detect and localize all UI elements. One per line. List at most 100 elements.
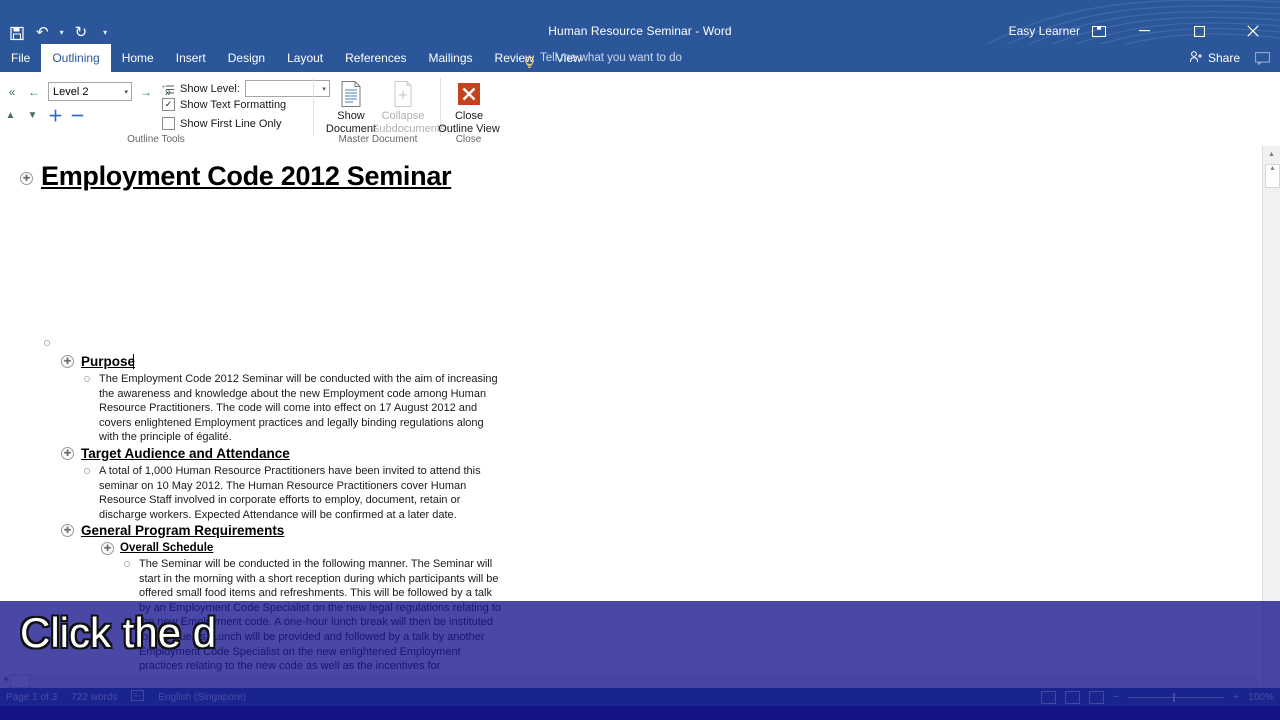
show-text-formatting-checkbox[interactable]: ✓ xyxy=(162,98,175,111)
outline-expand-marker-icon[interactable]: ✚ xyxy=(61,524,74,537)
collapse-subdocuments-label-line1: Collapse xyxy=(381,110,425,122)
instruction-overlay-text: Click the d xyxy=(20,609,217,656)
minimize-button[interactable] xyxy=(1122,18,1167,44)
outline-content[interactable]: ✚ Employment Code 2012 Seminar ✚ Purpose… xyxy=(0,146,1258,688)
outline-expand-marker-icon[interactable]: ✚ xyxy=(20,172,33,185)
close-outline-view-button[interactable]: Close Outline View xyxy=(438,78,500,136)
demote-icon[interactable]: → xyxy=(138,83,154,101)
print-layout-icon[interactable] xyxy=(1064,690,1080,704)
tab-insert[interactable]: Insert xyxy=(165,44,217,72)
share-person-icon xyxy=(1189,50,1203,66)
body-text-purpose: The Employment Code 2012 Seminar will be… xyxy=(99,373,498,444)
scroll-left-arrow-icon[interactable]: ◄ xyxy=(2,676,9,683)
outline-level-controls: « ← Level 2 ▾ → » xyxy=(4,82,176,101)
show-first-line-only-label: Show First Line Only xyxy=(180,117,282,130)
show-level-icon: + xyxy=(162,83,175,95)
zoom-out-button[interactable]: − xyxy=(1113,691,1119,703)
heading-overall-schedule: Overall Schedule xyxy=(120,542,214,554)
heading-general-program-requirements: General Program Requirements xyxy=(81,523,285,538)
close-outline-view-label-line1: Close xyxy=(454,110,484,122)
document-canvas[interactable]: ✚ Employment Code 2012 Seminar ✚ Purpose… xyxy=(0,146,1280,688)
word-application-window: ↶ ▾ ↻ ▾ Human Resource Seminar - Word Ea… xyxy=(0,0,1280,720)
tab-file[interactable]: File xyxy=(0,44,41,72)
tab-mailings[interactable]: Mailings xyxy=(418,44,484,72)
tab-home[interactable]: Home xyxy=(111,44,165,72)
expand-icon[interactable]: ＋ xyxy=(48,105,63,126)
read-mode-icon[interactable] xyxy=(1040,690,1056,704)
ribbon-tabs: File Outlining Home Insert Design Layout… xyxy=(0,44,593,72)
vertical-scrollbar[interactable]: ▲ ▲ xyxy=(1262,146,1280,688)
outline-level-select[interactable]: Level 2 ▾ xyxy=(48,82,132,101)
horizontal-scroll-thumb[interactable] xyxy=(10,675,30,688)
tab-layout[interactable]: Layout xyxy=(276,44,334,72)
ribbon-group-close: Close Outline View Close xyxy=(438,72,500,146)
zoom-slider-thumb[interactable] xyxy=(1172,692,1175,702)
outline-expand-marker-icon[interactable]: ✚ xyxy=(101,542,114,555)
outline-body-marker-icon[interactable] xyxy=(44,340,50,346)
text-cursor xyxy=(133,354,134,369)
chevron-down-icon[interactable]: ▾ xyxy=(124,83,128,100)
outline-body-marker-icon[interactable] xyxy=(84,468,90,474)
lightbulb-icon xyxy=(524,52,535,68)
share-button[interactable]: Share xyxy=(1189,44,1240,72)
title-bar: ↶ ▾ ↻ ▾ Human Resource Seminar - Word Ea… xyxy=(0,0,1280,44)
promote-to-heading1-icon[interactable]: « xyxy=(4,83,20,101)
outline-body-marker-icon[interactable] xyxy=(124,561,130,567)
group-label-close: Close xyxy=(455,134,482,145)
show-text-formatting-row[interactable]: ✓ Show Text Formatting xyxy=(162,98,286,111)
outline-move-controls: ▲ ▼ ＋ － xyxy=(4,105,85,126)
language-indicator[interactable]: English (Singapore) xyxy=(158,692,246,703)
account-name[interactable]: Easy Learner xyxy=(1009,23,1080,39)
collapse-icon[interactable]: － xyxy=(70,105,85,126)
ribbon-display-options-icon[interactable] xyxy=(1088,22,1110,40)
tab-outlining[interactable]: Outlining xyxy=(41,44,111,72)
proofing-icon[interactable] xyxy=(131,690,145,704)
comments-icon[interactable] xyxy=(1255,44,1270,72)
move-up-icon[interactable]: ▲ xyxy=(4,110,17,121)
ribbon-tab-bar: File Outlining Home Insert Design Layout… xyxy=(0,44,1280,72)
ribbon-group-master-document: Show Document Collapse Subdocuments Mast… xyxy=(314,72,445,146)
tell-me-label: Tell me what you want to do xyxy=(540,52,682,64)
outline-body-marker-icon[interactable] xyxy=(84,376,90,382)
tab-references[interactable]: References xyxy=(334,44,417,72)
status-bar: Page 1 of 3 722 words English (Singapore… xyxy=(0,688,1280,706)
close-window-button[interactable] xyxy=(1230,18,1275,44)
bottom-letterbox xyxy=(0,706,1280,720)
show-first-line-only-row[interactable]: Show First Line Only xyxy=(162,117,281,130)
share-label: Share xyxy=(1207,51,1240,65)
group-label-master-document: Master Document xyxy=(338,134,418,145)
horizontal-scrollbar[interactable]: ◄ xyxy=(0,674,1258,688)
vertical-scroll-thumb[interactable]: ▲ xyxy=(1265,164,1280,188)
outline-expand-marker-icon[interactable]: ✚ xyxy=(61,447,74,460)
zoom-in-button[interactable]: + xyxy=(1233,691,1239,703)
page-indicator[interactable]: Page 1 of 3 xyxy=(6,692,57,703)
body-text-target-audience: A total of 1,000 Human Resource Practiti… xyxy=(99,465,481,521)
maximize-restore-button[interactable] xyxy=(1177,18,1222,44)
status-right: − + 100% xyxy=(1040,688,1274,706)
web-layout-icon[interactable] xyxy=(1088,690,1104,704)
show-first-line-only-checkbox[interactable] xyxy=(162,117,175,130)
move-down-icon[interactable]: ▼ xyxy=(26,110,39,121)
outline-level-value: Level 2 xyxy=(53,85,89,98)
ribbon: « ← Level 2 ▾ → » ▲ ▼ ＋ － + Show Level: … xyxy=(0,72,1280,147)
zoom-level-label[interactable]: 100% xyxy=(1248,692,1274,703)
svg-text:+: + xyxy=(162,85,166,91)
ribbon-group-outline-tools: « ← Level 2 ▾ → » ▲ ▼ ＋ － + Show Level: … xyxy=(0,72,330,146)
close-x-icon xyxy=(438,78,500,110)
tab-design[interactable]: Design xyxy=(217,44,276,72)
promote-icon[interactable]: ← xyxy=(26,83,42,101)
heading-target-audience: Target Audience and Attendance xyxy=(81,446,290,461)
show-level-row: + Show Level: ▾ xyxy=(162,80,330,97)
document-heading-1: Employment Code 2012 Seminar xyxy=(41,161,452,191)
tell-me-search[interactable]: Tell me what you want to do xyxy=(524,44,682,72)
word-count[interactable]: 722 words xyxy=(71,692,117,703)
status-left: Page 1 of 3 722 words English (Singapore… xyxy=(6,688,246,706)
show-text-formatting-label: Show Text Formatting xyxy=(180,98,287,111)
zoom-slider-track xyxy=(1127,696,1224,698)
heading-purpose: Purpose xyxy=(81,354,136,369)
group-label-outline-tools: Outline Tools xyxy=(127,134,185,145)
collapse-subdocuments-button: Collapse Subdocuments xyxy=(372,78,445,136)
outline-expand-marker-icon[interactable]: ✚ xyxy=(61,355,74,368)
zoom-slider[interactable] xyxy=(1127,692,1224,703)
scroll-up-arrow-icon[interactable]: ▲ xyxy=(1263,146,1280,163)
